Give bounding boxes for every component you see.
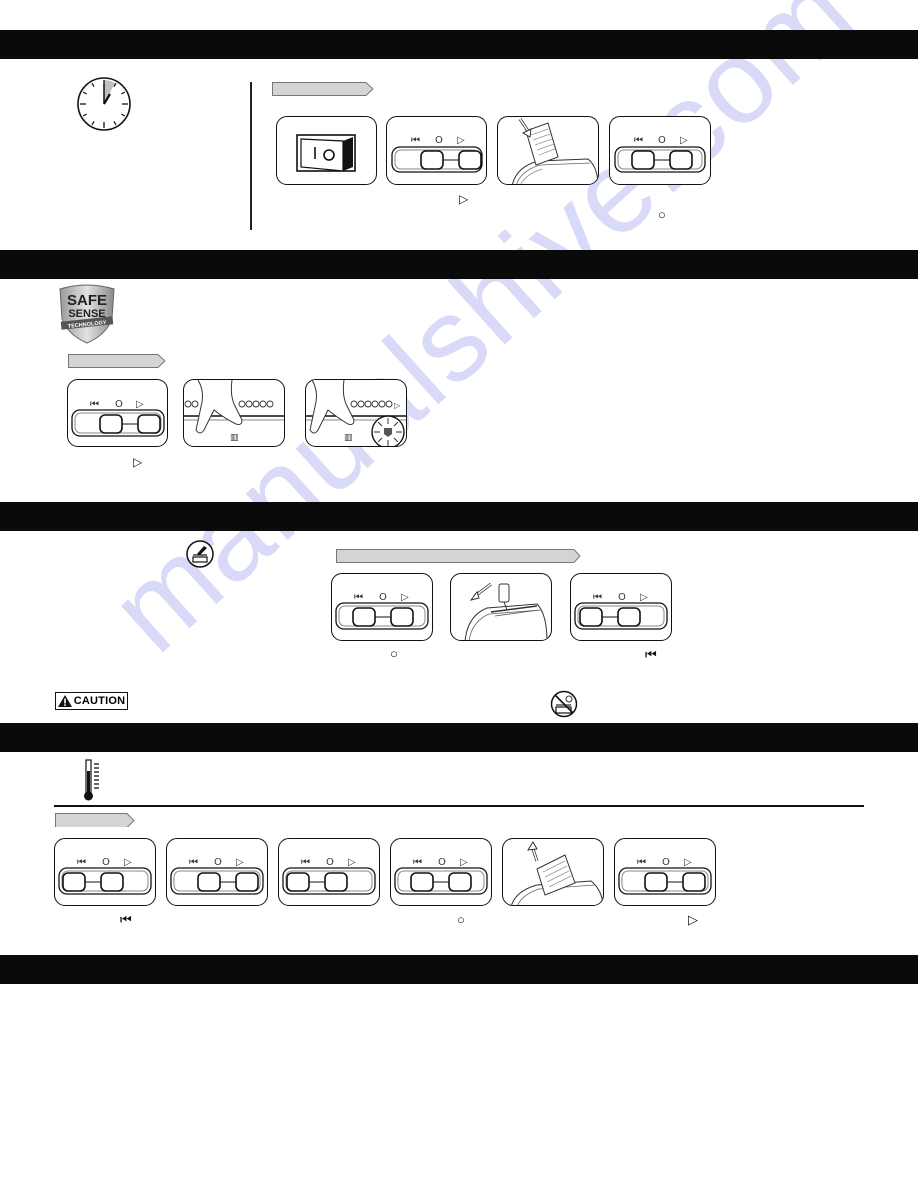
section-header-bar-oiling (0, 502, 918, 531)
slide-switch-reverse-icon: ⏮ O ▷ (282, 857, 376, 895)
svg-text:⏮: ⏮ (189, 857, 198, 868)
svg-text:O: O (658, 135, 666, 146)
thermometer-icon (82, 759, 102, 808)
svg-text:O: O (115, 399, 123, 410)
svg-text:▷: ▷ (236, 857, 244, 868)
shredder-apply-oil-icon (464, 582, 548, 640)
svg-text:O: O (379, 592, 387, 603)
slide-switch-off-icon: ⏮ O ▷ (614, 135, 706, 173)
step-panel-remove-paper (502, 838, 604, 906)
caption-reverse-symbol: ⏮ (645, 647, 657, 662)
shredder-insert-paper-icon (512, 118, 598, 184)
svg-text:⏮: ⏮ (77, 857, 86, 868)
caption-off-symbol: ○ (457, 912, 465, 927)
svg-text:O: O (102, 857, 110, 868)
svg-text:⏮: ⏮ (413, 857, 422, 868)
step-panel-switch-auto-forward: ⏮ O ▷ (614, 838, 716, 906)
svg-text:⏮: ⏮ (90, 399, 99, 410)
svg-text:⏮: ⏮ (301, 857, 310, 868)
section-header-bar-safesense (0, 250, 918, 279)
no-aerosol-icon (550, 690, 578, 718)
slide-switch-reverse-icon: ⏮ O ▷ (574, 592, 668, 630)
column-divider (250, 82, 252, 230)
svg-text:O: O (438, 857, 446, 868)
caption-off-symbol: ○ (390, 646, 398, 661)
section-divider (54, 805, 864, 807)
step-panel-switch-forward: ⏮ O ▷ (67, 379, 168, 447)
step-panel-switch-forward: ⏮ O ▷ (166, 838, 268, 906)
svg-text:O: O (435, 135, 443, 146)
svg-text:⏮: ⏮ (411, 135, 420, 146)
svg-text:⏮: ⏮ (634, 135, 643, 146)
step-panel-switch-off: ⏮ O ▷ (609, 116, 711, 185)
slide-switch-forward-icon: ⏮ O ▷ (71, 399, 165, 437)
section-header-bar-overheat (0, 723, 918, 752)
svg-text:▷: ▷ (457, 135, 465, 146)
slide-switch-off-icon: ⏮ O ▷ (335, 592, 429, 630)
rocker-switch-icon (296, 134, 356, 172)
step-arrow (68, 354, 166, 368)
svg-text:▥: ▥ (344, 433, 353, 443)
svg-text:▷: ▷ (684, 857, 692, 868)
svg-text:O: O (618, 592, 626, 603)
slide-switch-forward-icon: ⏮ O ▷ (391, 135, 483, 173)
svg-text:▷: ▷ (401, 592, 409, 603)
section-header-bar-operation (0, 30, 918, 59)
step-panel-safesense-indicator: ▷ ▥ (305, 379, 407, 447)
step-arrow (55, 813, 135, 827)
caption-off-symbol: ○ (658, 207, 666, 222)
svg-text:⏮: ⏮ (593, 592, 602, 603)
step-panel-switch-reverse: ⏮ O ▷ (570, 573, 672, 641)
slide-switch-forward-icon: ⏮ O ▷ (618, 857, 712, 895)
step-panel-switch-reverse: ⏮ O ▷ (54, 838, 156, 906)
caution-label: CAUTION (55, 692, 128, 710)
caption-reverse-symbol: ⏮ (120, 912, 132, 927)
section-header-bar-footer (0, 955, 918, 984)
step-panel-switch-reverse-2: ⏮ O ▷ (278, 838, 380, 906)
svg-text:▷: ▷ (460, 857, 468, 868)
svg-text:⏮: ⏮ (637, 857, 646, 868)
svg-text:▷: ▷ (124, 857, 132, 868)
caption-forward-symbol: ▷ (459, 192, 469, 206)
shredder-remove-paper-icon (511, 841, 603, 905)
caption-forward-symbol: ▷ (688, 912, 698, 927)
svg-text:⏮: ⏮ (354, 592, 363, 603)
svg-text:O: O (214, 857, 222, 868)
safesense-indicator-lit-icon: ▷ ▥ (306, 380, 406, 446)
step-panel-power-switch (276, 116, 377, 185)
svg-text:▷: ▷ (136, 399, 144, 410)
svg-text:▷: ▷ (394, 401, 401, 410)
step-arrow (336, 549, 581, 563)
slide-switch-off-icon: ⏮ O ▷ (394, 857, 488, 895)
oil-icon (186, 540, 214, 568)
step-panel-switch-off: ⏮ O ▷ (331, 573, 433, 641)
slide-switch-reverse-icon: ⏮ O ▷ (58, 857, 152, 895)
step-panel-insert-paper (497, 116, 599, 185)
svg-text:▷: ▷ (640, 592, 648, 603)
step-panel-switch-forward: ⏮ O ▷ (386, 116, 487, 185)
svg-text:▷: ▷ (680, 135, 688, 146)
warning-triangle-icon (57, 695, 72, 707)
svg-text:O: O (662, 857, 670, 868)
svg-text:▷: ▷ (348, 857, 356, 868)
svg-text:▥: ▥ (230, 433, 239, 443)
safesense-logo-line1: SAFE (67, 292, 107, 309)
step-panel-apply-oil (450, 573, 552, 641)
caution-text: CAUTION (73, 695, 126, 707)
svg-text:O: O (326, 857, 334, 868)
hand-near-opening-icon: ▥ (184, 380, 284, 443)
clock-icon (76, 76, 132, 137)
step-panel-hands-near-opening: ▥ (183, 379, 285, 447)
caption-forward-symbol: ▷ (133, 455, 143, 469)
step-panel-switch-off: ⏮ O ▷ (390, 838, 492, 906)
slide-switch-forward-icon: ⏮ O ▷ (170, 857, 264, 895)
safesense-logo: SAFE SENSE TECHNOLOGY (56, 283, 118, 345)
step-arrow (272, 82, 374, 96)
